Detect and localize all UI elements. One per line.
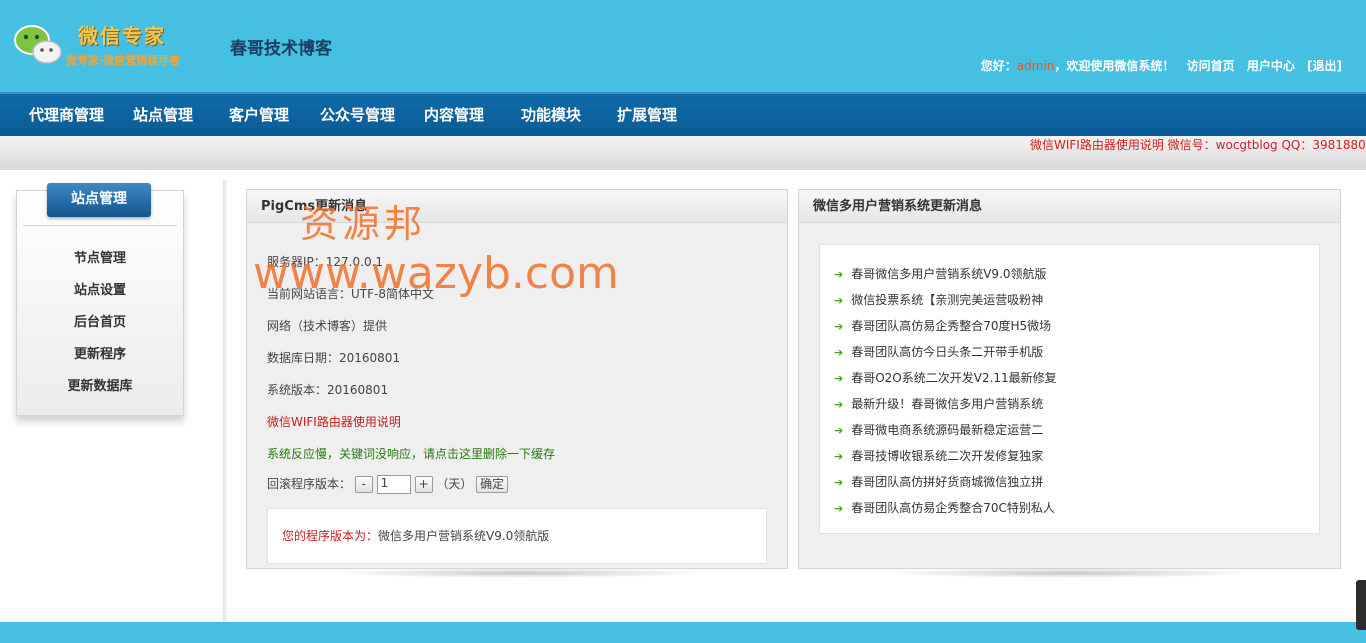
ticker-text[interactable]: 微信WIFI路由器使用说明 微信号：wocgtblog QQ：398188027 [1030,136,1366,153]
provider-text: 网络（技术博客）提供 [267,319,388,333]
clear-cache-link[interactable]: 系统反应慢，关键词没响应，请点击这里删除一下缓存 [267,445,555,462]
news-item[interactable]: ➔ 春哥团队高仿易企秀整合70度H5微场 [834,317,1051,334]
rollback-confirm-button[interactable]: 确定 [476,476,509,493]
system-version: 系统版本：20160801 [267,383,389,397]
sidebar-divider [23,225,177,226]
sidebar: 站点管理 节点管理 站点设置 后台首页 更新程序 更新数据库 [16,183,184,416]
nav-site-management[interactable]: 站点管理 [133,94,193,136]
news-item-text: 春哥团队高仿拼好货商城微信独立拼 [851,475,1044,489]
greeting-prefix: 您好： [980,59,1017,73]
arrow-right-icon: ➔ [834,372,844,385]
news-item-text: 春哥O2O系统二次开发V2.11最新修复 [851,371,1057,385]
news-item-text: 春哥团队高仿易企秀整合70C特别私人 [851,501,1055,515]
logo-title: 微信专家 [78,24,166,48]
arrow-right-icon: ➔ [834,398,844,411]
nav-extension-management[interactable]: 扩展管理 [617,94,677,136]
news-item-text: 最新升级！春哥微信多用户营销系统 [851,397,1044,411]
nav-official-account-management[interactable]: 公众号管理 [320,94,395,136]
system-update-panel: 微信多用户营销系统更新消息 ➔ 春哥微信多用户营销系统V9.0领航版 ➔ 微信投票系… [798,189,1341,569]
news-item-text: 微信投票系统【亲测完美运营吸粉神 [851,293,1044,307]
program-version-box: 您的程序版本为：微信多用户营销系统V9.0领航版 [267,508,767,564]
arrow-right-icon: ➔ [834,450,844,463]
logout-link[interactable]: [退出] [1307,59,1342,73]
news-item[interactable]: ➔ 春哥微信多用户营销系统V9.0领航版 [834,265,1047,282]
site-title: 春哥技术博客 [230,39,332,59]
nav-content-management[interactable]: 内容管理 [424,94,484,136]
rollback-days-input[interactable]: 1 [376,475,411,494]
news-item[interactable]: ➔ 春哥技博收银系统二次开发修复独家 [834,447,1043,464]
arrow-right-icon: ➔ [834,320,844,333]
program-version-label: 您的程序版本为： [282,529,379,543]
logo[interactable]: 微信专家 微专家·微信营销领导者 [14,18,194,74]
wifi-router-guide-link[interactable]: 微信WIFI路由器使用说明 [267,413,401,430]
header: 微信专家 微专家·微信营销领导者 春哥技术博客 您好：admin，欢迎使用微信系… [0,0,1366,92]
greeting-suffix: ，欢迎使用微信系统！ [1054,59,1175,73]
news-item[interactable]: ➔ 微信投票系统【亲测完美运营吸粉神 [834,291,1043,308]
scrollbar-handle[interactable] [1356,580,1366,630]
footer-bar [0,622,1366,643]
nav-agent-management[interactable]: 代理商管理 [29,94,104,136]
wechat-logo-icon [14,25,62,64]
news-item-text: 春哥团队高仿今日头条二开带手机版 [851,345,1044,359]
rollback-unit: （天） [436,477,473,491]
system-panel-title: 微信多用户营销系统更新消息 [799,190,1340,223]
watermark-text: 资源邦 [300,202,427,246]
news-item-text: 春哥微电商系统源码最新稳定运营二 [851,423,1044,437]
news-item[interactable]: ➔ 春哥团队高仿易企秀整合70C特别私人 [834,499,1055,516]
rollback-label: 回滚程序版本： [267,477,352,491]
sidebar-item-admin-home[interactable]: 后台首页 [17,311,183,330]
ticker-bar: 微信WIFI路由器使用说明 微信号：wocgtblog QQ：398188027 [0,136,1366,170]
rollback-decrement-button[interactable]: - [354,476,373,493]
visit-home-link[interactable]: 访问首页 [1187,59,1235,73]
watermark-url: www.wazyb.com [253,248,619,299]
arrow-right-icon: ➔ [834,502,844,515]
arrow-right-icon: ➔ [834,346,844,359]
sidebar-item-update-program[interactable]: 更新程序 [17,343,183,362]
news-item[interactable]: ➔ 春哥微电商系统源码最新稳定运营二 [834,421,1043,438]
news-item[interactable]: ➔ 春哥团队高仿今日头条二开带手机版 [834,343,1043,360]
rollback-row: 回滚程序版本： - 1 + （天） 确定 [267,475,509,494]
right-panel-shadow [880,568,1260,578]
sidebar-item-node-management[interactable]: 节点管理 [17,247,183,266]
news-list: ➔ 春哥微信多用户营销系统V9.0领航版 ➔ 微信投票系统【亲测完美运营吸粉神 ➔ 春… [819,244,1320,534]
sidebar-item-site-settings[interactable]: 站点设置 [17,279,183,298]
sidebar-item-update-database[interactable]: 更新数据库 [17,375,183,394]
news-item[interactable]: ➔ 春哥O2O系统二次开发V2.11最新修复 [834,369,1057,386]
username: admin [1016,59,1055,73]
top-links: 您好：admin，欢迎使用微信系统！ 访问首页 用户中心 [退出] [981,57,1342,74]
news-item[interactable]: ➔ 最新升级！春哥微信多用户营销系统 [834,395,1043,412]
news-item-text: 春哥微信多用户营销系统V9.0领航版 [851,267,1047,281]
logo-subtitle: 微专家·微信营销领导者 [66,54,181,67]
program-version-value: 微信多用户营销系统V9.0领航版 [378,529,550,543]
sidebar-title: 站点管理 [47,183,151,217]
nav-function-modules[interactable]: 功能模块 [521,94,581,136]
left-panel-shadow [330,568,710,578]
arrow-right-icon: ➔ [834,268,844,281]
arrow-right-icon: ➔ [834,424,844,437]
main-nav: 代理商管理 站点管理 客户管理 公众号管理 内容管理 功能模块 扩展管理 [0,92,1366,136]
news-item[interactable]: ➔ 春哥团队高仿拼好货商城微信独立拼 [834,473,1043,490]
news-item-text: 春哥团队高仿易企秀整合70度H5微场 [851,319,1052,333]
arrow-right-icon: ➔ [834,294,844,307]
rollback-increment-button[interactable]: + [414,476,433,493]
arrow-right-icon: ➔ [834,476,844,489]
user-center-link[interactable]: 用户中心 [1247,59,1295,73]
news-item-text: 春哥技博收银系统二次开发修复独家 [851,449,1044,463]
content-divider [223,180,227,622]
database-date: 数据库日期：20160801 [267,351,401,365]
nav-customer-management[interactable]: 客户管理 [229,94,289,136]
